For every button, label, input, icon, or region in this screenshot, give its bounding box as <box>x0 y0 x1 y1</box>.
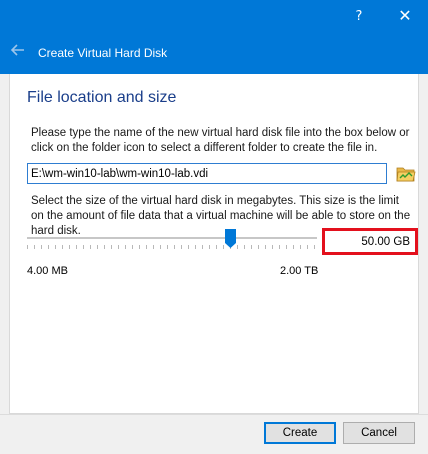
folder-icon[interactable] <box>396 162 416 184</box>
slider-track <box>27 237 317 239</box>
size-highlight <box>322 228 418 255</box>
page-title: File location and size <box>27 89 177 106</box>
create-button[interactable]: Create <box>264 422 336 444</box>
footer-divider <box>0 414 428 415</box>
help-button[interactable]: ? <box>336 0 382 32</box>
size-slider[interactable] <box>27 226 317 252</box>
arrow-left-icon[interactable] <box>8 40 28 60</box>
slider-ticks <box>27 245 317 249</box>
close-button[interactable]: ✕ <box>382 0 428 32</box>
location-hint: Please type the name of the new virtual … <box>31 127 410 154</box>
slider-thumb[interactable] <box>225 229 236 248</box>
size-input[interactable] <box>327 233 413 250</box>
cancel-button[interactable]: Cancel <box>343 422 415 444</box>
title-bar: ? ✕ <box>0 0 428 32</box>
min-size-label: 4.00 MB <box>27 265 68 277</box>
file-location-input[interactable] <box>27 163 387 184</box>
wizard-title: Create Virtual Hard Disk <box>38 46 168 60</box>
wizard-header: Create Virtual Hard Disk <box>0 32 428 74</box>
max-size-label: 2.00 TB <box>280 265 319 277</box>
